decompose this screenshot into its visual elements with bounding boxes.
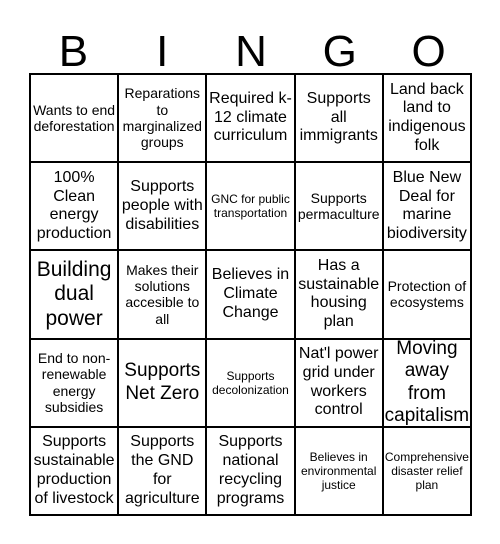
bingo-cell[interactable]: Believes in environmental justice (294, 426, 383, 515)
bingo-cell[interactable]: Supports decolonization (206, 338, 295, 427)
header-letter: N (235, 27, 267, 76)
bingo-cell[interactable]: Supports permaculture (294, 162, 383, 251)
bingo-cell[interactable]: Believes in Climate Change (206, 250, 295, 339)
header-letter: G (322, 27, 357, 76)
bingo-cell[interactable]: Protection of ecosystems (382, 250, 471, 339)
bingo-cell[interactable]: Wants to end deforestation (30, 74, 119, 163)
bingo-cell[interactable]: Supports Net Zero (118, 338, 207, 427)
header-letter: B (58, 27, 89, 76)
bingo-cell[interactable]: Supports national recycling programs (206, 426, 295, 515)
bingo-cell[interactable]: End to non-renewable energy subsidies (30, 338, 119, 427)
bingo-header: B I N G O (29, 28, 473, 76)
bingo-cell[interactable]: Comprehensive disaster relief plan (382, 426, 471, 515)
bingo-cell[interactable]: Building dual power (30, 250, 119, 339)
bingo-cell[interactable]: GNC for public transportation (206, 162, 295, 251)
bingo-cell[interactable]: Supports the GND for agriculture (118, 426, 207, 515)
header-letter: O (411, 27, 446, 76)
bingo-grid: Wants to end deforestation Reparations to… (29, 73, 472, 516)
header-letter: I (156, 27, 169, 76)
bingo-cell[interactable]: Supports all immigrants (294, 74, 383, 163)
bingo-cell[interactable]: Required k-12 climate curriculum (206, 74, 295, 163)
bingo-cell[interactable]: Moving away from capitalism (382, 338, 471, 427)
bingo-cell[interactable]: Nat'l power grid under workers control (294, 338, 383, 427)
bingo-cell[interactable]: 100% Clean energy production (30, 162, 119, 251)
bingo-cell[interactable]: Reparations to marginalized groups (118, 74, 207, 163)
bingo-cell[interactable]: Supports people with disabilities (118, 162, 207, 251)
bingo-cell[interactable]: Land back land to indigenous folk (382, 74, 471, 163)
bingo-cell[interactable]: Supports sustainable production of lives… (30, 426, 119, 515)
bingo-cell[interactable]: Has a sustainable housing plan (294, 250, 383, 339)
bingo-cell[interactable]: Makes their solutions accesible to all (118, 250, 207, 339)
bingo-cell[interactable]: Blue New Deal for marine biodiversity (382, 162, 471, 251)
